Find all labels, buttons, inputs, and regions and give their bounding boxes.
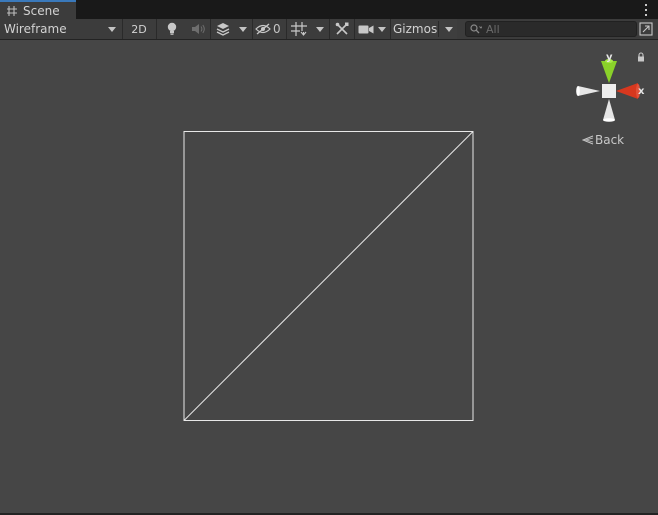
chevron-down-icon xyxy=(108,27,116,32)
x-axis-label: x xyxy=(638,86,645,97)
search-icon xyxy=(470,24,482,34)
grid-dropdown[interactable] xyxy=(312,19,328,39)
audio-toggle[interactable] xyxy=(186,19,210,39)
chevron-down-icon xyxy=(239,26,247,32)
eye-slash-icon xyxy=(255,23,271,35)
lightbulb-icon xyxy=(167,22,177,35)
tab-label: Scene xyxy=(23,3,60,18)
lighting-toggle[interactable] xyxy=(160,19,184,39)
toggle-2d-button[interactable]: 2D xyxy=(126,19,152,39)
gizmos-button[interactable]: Gizmos xyxy=(391,19,457,39)
scene-viewport[interactable] xyxy=(0,40,658,513)
grid-toggle[interactable] xyxy=(288,19,310,39)
speaker-icon xyxy=(192,24,205,34)
scene-toolbar: Wireframe 2D 0 Gizmos All xyxy=(0,19,658,40)
quad-wireframe xyxy=(183,131,474,421)
grid-snap-icon xyxy=(291,22,307,36)
layers-icon xyxy=(216,23,230,36)
chevron-down-icon xyxy=(316,26,324,32)
effects-dropdown[interactable] xyxy=(235,19,251,39)
search-input[interactable] xyxy=(482,22,626,36)
neg-y-axis-cone[interactable] xyxy=(603,99,615,120)
kebab-menu-icon[interactable] xyxy=(644,4,648,16)
chevron-down-icon xyxy=(378,26,386,32)
search-field[interactable] xyxy=(465,21,637,37)
view-direction-label[interactable]: Back xyxy=(582,133,624,147)
crossed-tools-icon xyxy=(335,22,349,35)
shading-mode-value: Wireframe xyxy=(4,22,67,36)
tab-scene[interactable]: Scene xyxy=(0,0,76,19)
chevron-down-icon[interactable] xyxy=(445,27,453,32)
effects-toggle[interactable] xyxy=(212,19,234,39)
perspective-icon xyxy=(582,135,594,145)
shading-mode-dropdown[interactable]: Wireframe xyxy=(0,19,122,39)
scene-grid-icon xyxy=(6,5,18,17)
camera-button[interactable] xyxy=(357,19,375,39)
hidden-objects-toggle[interactable]: 0 xyxy=(255,19,285,39)
gizmos-label: Gizmos xyxy=(393,22,438,36)
maximize-icon[interactable] xyxy=(639,22,653,36)
center-cube[interactable] xyxy=(602,84,616,98)
camera-dropdown[interactable] xyxy=(375,19,389,39)
hidden-count: 0 xyxy=(273,22,281,36)
tab-bar: Scene xyxy=(0,0,658,19)
neg-x-axis-cone[interactable] xyxy=(578,86,600,96)
y-axis-label: y xyxy=(606,52,613,63)
lock-icon[interactable] xyxy=(636,52,646,62)
video-camera-icon xyxy=(358,25,374,33)
x-axis-cone[interactable] xyxy=(616,83,638,99)
tools-toggle[interactable] xyxy=(331,19,353,39)
back-label: Back xyxy=(595,133,625,147)
